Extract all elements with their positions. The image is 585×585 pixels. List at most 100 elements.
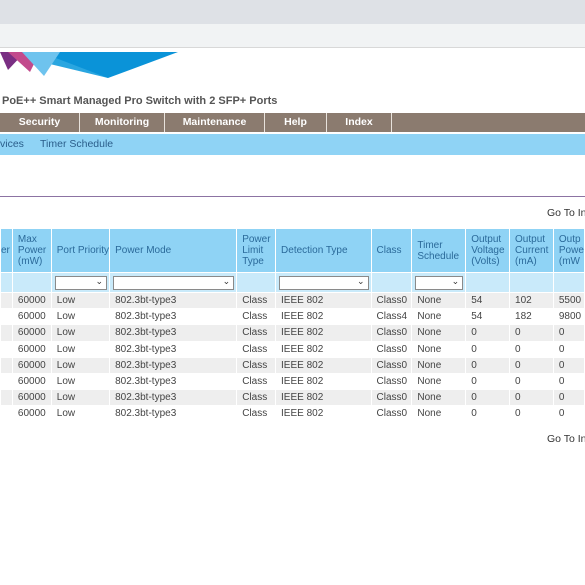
table-cell bbox=[0, 356, 13, 374]
col-header[interactable]: Timer Schedule bbox=[411, 228, 467, 273]
table-cell bbox=[0, 291, 13, 310]
menu-security[interactable]: Security bbox=[0, 113, 80, 132]
table-cell: 802.3bt-type3 bbox=[109, 356, 238, 374]
table-cell: IEEE 802 bbox=[275, 356, 372, 374]
timer-schedule-filter-select[interactable]: ⌄ bbox=[415, 275, 464, 290]
table-cell: Class0 bbox=[370, 324, 413, 342]
table-row[interactable]: 60000 Low 802.3bt-type3 Class IEEE 802 Class0… bbox=[0, 372, 585, 391]
table-cell: Class bbox=[236, 372, 277, 391]
table-cell: IEEE 802 bbox=[275, 308, 372, 326]
browser-tab-strip bbox=[0, 0, 585, 24]
table-cell bbox=[0, 389, 13, 407]
table-cell: 0 bbox=[509, 324, 554, 342]
browser-address-bar[interactable] bbox=[0, 24, 585, 48]
table-cell: IEEE 802 bbox=[275, 372, 372, 391]
table-cell: Class bbox=[236, 356, 277, 374]
table-cell: 802.3bt-type3 bbox=[109, 389, 238, 407]
table-cell: IEEE 802 bbox=[275, 340, 372, 358]
col-header[interactable]: Max Power (mW) bbox=[11, 228, 52, 273]
submenu-timer-schedule[interactable]: Timer Schedule bbox=[40, 134, 113, 155]
col-header[interactable]: Output Current (mA) bbox=[509, 228, 554, 273]
menu-monitoring[interactable]: Monitoring bbox=[80, 113, 165, 132]
table-cell: 802.3bt-type3 bbox=[109, 291, 238, 310]
menu-index[interactable]: Index bbox=[327, 113, 392, 132]
col-header[interactable]: Output Voltage (Volts) bbox=[465, 228, 511, 273]
table-cell: IEEE 802 bbox=[275, 405, 372, 423]
table-body: 60000 Low 802.3bt-type3 Class IEEE 802 Class0… bbox=[0, 291, 585, 423]
table-cell: IEEE 802 bbox=[275, 389, 372, 407]
table-cell: None bbox=[411, 405, 467, 423]
go-to-interface-top[interactable]: Go To In bbox=[547, 207, 585, 219]
table-cell: Class0 bbox=[370, 389, 413, 407]
table-cell: IEEE 802 bbox=[275, 291, 372, 310]
table-cell: 0 bbox=[552, 389, 585, 407]
table-cell: IEEE 802 bbox=[275, 324, 372, 342]
table-cell: 0 bbox=[465, 324, 511, 342]
table-cell bbox=[0, 340, 13, 358]
table-cell: 0 bbox=[465, 405, 511, 423]
table-cell: 0 bbox=[465, 356, 511, 374]
port-priority-filter-select[interactable]: ⌄ bbox=[54, 275, 108, 290]
table-cell: Low bbox=[50, 389, 111, 407]
main-menu: Security Monitoring Maintenance Help Ind… bbox=[0, 113, 585, 132]
table-cell: Class bbox=[236, 291, 277, 310]
table-cell: 0 bbox=[552, 405, 585, 423]
col-header[interactable]: er bbox=[0, 228, 13, 273]
col-header[interactable]: Outp Powe (mW bbox=[552, 228, 585, 273]
chevron-down-icon: ⌄ bbox=[222, 275, 231, 286]
product-title: PoE++ Smart Managed Pro Switch with 2 SF… bbox=[2, 95, 278, 107]
divider bbox=[0, 196, 585, 197]
table-cell: 182 bbox=[509, 308, 554, 326]
power-mode-filter-select[interactable]: ⌄ bbox=[113, 275, 235, 290]
go-to-interface-bottom[interactable]: Go To In bbox=[547, 433, 585, 445]
table-cell bbox=[0, 372, 13, 391]
table-cell: 802.3bt-type3 bbox=[109, 340, 238, 358]
col-header[interactable]: Power Mode bbox=[109, 228, 238, 273]
table-cell: None bbox=[411, 324, 467, 342]
table-row[interactable]: 60000 Low 802.3bt-type3 Class IEEE 802 Class0… bbox=[0, 356, 585, 374]
table-cell: 5500 bbox=[552, 291, 585, 310]
table-cell: None bbox=[411, 308, 467, 326]
table-row[interactable]: 60000 Low 802.3bt-type3 Class IEEE 802 Class0… bbox=[0, 324, 585, 342]
table-cell: 0 bbox=[509, 340, 554, 358]
table-cell: 60000 bbox=[11, 291, 52, 310]
table-cell bbox=[0, 324, 13, 342]
table-cell: 0 bbox=[552, 324, 585, 342]
table-row[interactable]: 60000 Low 802.3bt-type3 Class IEEE 802 Class0… bbox=[0, 291, 585, 310]
col-header[interactable]: Port Priority bbox=[50, 228, 111, 273]
table-cell: Class bbox=[236, 405, 277, 423]
table-cell: 802.3bt-type3 bbox=[109, 405, 238, 423]
table-header-row: er Max Power (mW) Port Priority Power Mo… bbox=[0, 228, 585, 273]
table-cell bbox=[0, 405, 13, 423]
table-cell: 60000 bbox=[11, 372, 52, 391]
menu-help[interactable]: Help bbox=[265, 113, 327, 132]
table-cell: 0 bbox=[509, 405, 554, 423]
poe-port-table: er Max Power (mW) Port Priority Power Mo… bbox=[0, 228, 585, 423]
table-cell: 802.3bt-type3 bbox=[109, 308, 238, 326]
table-cell bbox=[0, 308, 13, 326]
table-row[interactable]: 60000 Low 802.3bt-type3 Class IEEE 802 Class0… bbox=[0, 389, 585, 407]
table-cell: Low bbox=[50, 372, 111, 391]
table-cell: None bbox=[411, 372, 467, 391]
table-cell: None bbox=[411, 291, 467, 310]
table-cell: 54 bbox=[465, 291, 511, 310]
table-cell: Low bbox=[50, 308, 111, 326]
table-cell: 60000 bbox=[11, 340, 52, 358]
menu-maintenance[interactable]: Maintenance bbox=[165, 113, 265, 132]
table-row[interactable]: 60000 Low 802.3bt-type3 Class IEEE 802 Class0… bbox=[0, 405, 585, 423]
table-cell: Class0 bbox=[370, 291, 413, 310]
col-header[interactable]: Class bbox=[370, 228, 413, 273]
table-row[interactable]: 60000 Low 802.3bt-type3 Class IEEE 802 Class4… bbox=[0, 308, 585, 326]
table-cell: Class4 bbox=[370, 308, 413, 326]
col-header[interactable]: Detection Type bbox=[275, 228, 372, 273]
table-cell: 60000 bbox=[11, 308, 52, 326]
chevron-down-icon: ⌄ bbox=[95, 275, 104, 286]
table-cell: Low bbox=[50, 324, 111, 342]
table-cell: 0 bbox=[552, 340, 585, 358]
table-row[interactable]: 60000 Low 802.3bt-type3 Class IEEE 802 Class0… bbox=[0, 340, 585, 358]
detection-type-filter-select[interactable]: ⌄ bbox=[279, 275, 369, 290]
table-cell: None bbox=[411, 356, 467, 374]
table-cell: 60000 bbox=[11, 405, 52, 423]
col-header[interactable]: Power Limit Type bbox=[236, 228, 277, 273]
submenu-devices[interactable]: vices bbox=[0, 134, 24, 155]
